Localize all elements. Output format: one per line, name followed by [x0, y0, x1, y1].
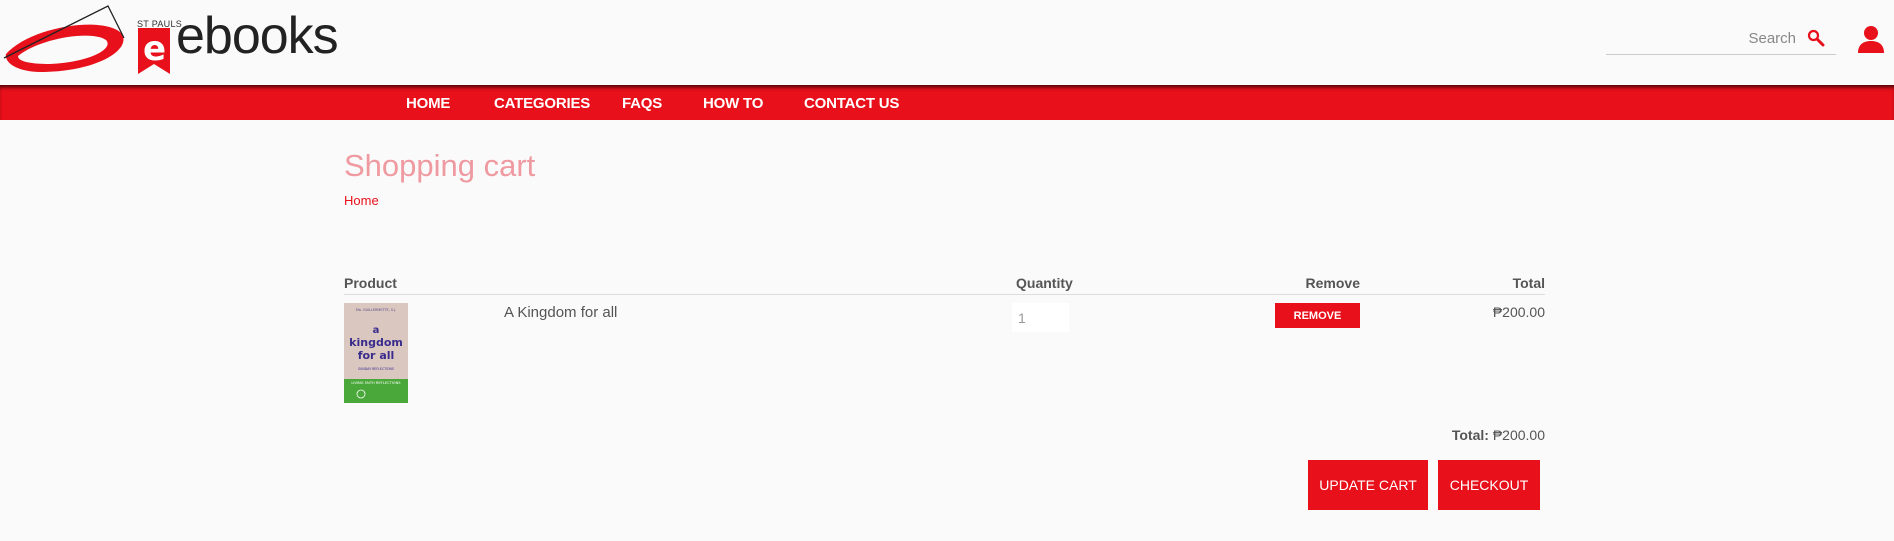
column-header-product: Product	[344, 275, 397, 291]
remove-button[interactable]: REMOVE	[1275, 303, 1360, 328]
nav-categories[interactable]: CATEGORIES	[494, 95, 590, 112]
svg-text:e: e	[143, 29, 166, 69]
table-divider	[344, 294, 1545, 295]
search-input[interactable]	[1606, 24, 1796, 52]
site-header: e ST PAULS ebooks	[0, 0, 1894, 85]
cover-band-text: LIVING FAITH REFLECTIONS	[351, 381, 401, 385]
column-header-total: Total	[1512, 275, 1545, 291]
logo-wordmark: ebooks	[176, 7, 339, 65]
cover-subtitle: SUNDAY REFLECTIONS	[358, 367, 394, 371]
nav-contact-us[interactable]: CONTACT US	[804, 95, 899, 112]
user-icon[interactable]	[1857, 24, 1885, 54]
checkout-button[interactable]: CHECKOUT	[1438, 460, 1540, 510]
cover-title-line-2: kingdom	[349, 336, 403, 349]
nav-faqs[interactable]: FAQS	[622, 95, 662, 112]
update-cart-button[interactable]: UPDATE CART	[1308, 460, 1428, 510]
quantity-input[interactable]	[1012, 303, 1069, 332]
column-header-quantity: Quantity	[1016, 275, 1073, 291]
search-box	[1606, 24, 1836, 55]
book-cover-image[interactable]: Ma. GUILLERMETTE, S.J. a kingdom for all…	[344, 303, 408, 403]
nav-home[interactable]: HOME	[406, 95, 450, 112]
cover-title-line-1: a	[373, 325, 380, 336]
cart-total-label: Total:	[1451, 427, 1489, 443]
nav-how-to[interactable]: HOW TO	[703, 95, 763, 112]
cart-total-value: ₱200.00	[1492, 427, 1545, 443]
product-name[interactable]: A Kingdom for all	[504, 304, 617, 321]
cover-author: Ma. GUILLERMETTE, S.J.	[356, 308, 396, 312]
search-icon[interactable]	[1807, 29, 1825, 47]
breadcrumb-home[interactable]: Home	[344, 193, 379, 208]
column-header-remove: Remove	[1305, 275, 1360, 291]
main-nav: HOME CATEGORIES FAQS HOW TO CONTACT US	[0, 85, 1894, 120]
cover-title-line-3: for all	[358, 349, 395, 362]
row-total: ₱200.00	[1492, 304, 1545, 320]
page-title: Shopping cart	[344, 148, 536, 183]
cart-total: Total: ₱200.00	[1400, 427, 1545, 443]
site-logo[interactable]: e ST PAULS ebooks	[0, 2, 339, 82]
